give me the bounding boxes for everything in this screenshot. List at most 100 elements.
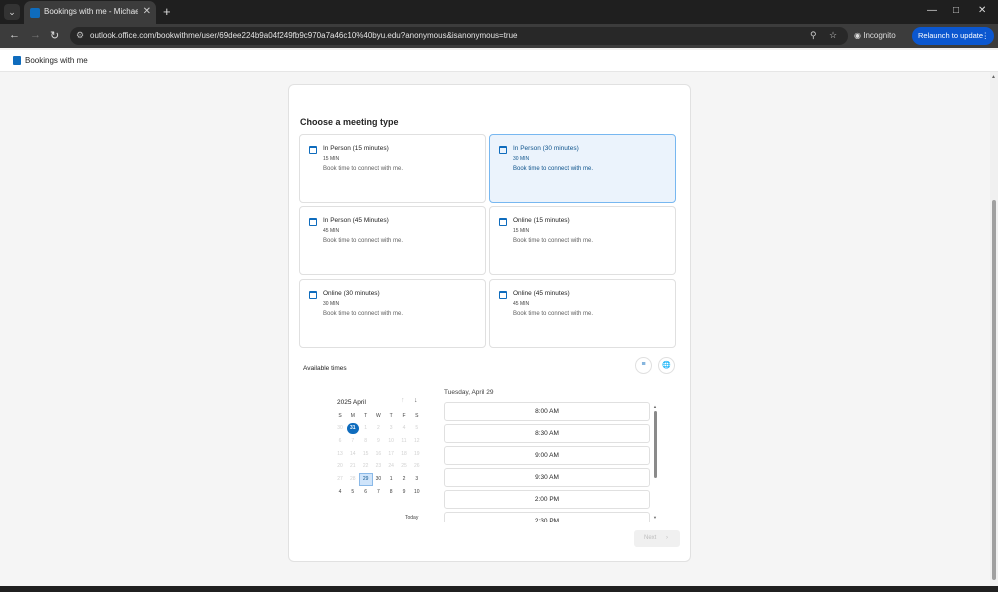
calendar-day[interactable]: 6	[360, 487, 372, 498]
scroll-thumb[interactable]	[992, 200, 996, 580]
calendar-day[interactable]: 3	[411, 474, 423, 485]
calendar-day: 12	[414, 437, 420, 444]
incognito-indicator[interactable]: ◉ Incognito	[854, 31, 896, 40]
times-scroll-thumb[interactable]	[654, 411, 657, 478]
calendar-day: 10	[388, 437, 394, 444]
browser-tab[interactable]: Bookings with me - Michael Re ✕	[24, 1, 156, 24]
calendar-day[interactable]: 4	[334, 487, 346, 498]
times-scroll-up-icon[interactable]: ▲	[653, 404, 657, 409]
calendar-day[interactable]: 2	[398, 474, 410, 485]
meeting-type-description: Book time to connect with me.	[323, 166, 404, 172]
meeting-type-name: Online (45 minutes)	[513, 290, 570, 297]
next-month-icon[interactable]: ↓	[414, 397, 418, 404]
calendar-day[interactable]: 30	[372, 474, 384, 485]
available-times-heading: Available times	[303, 365, 347, 372]
weekday-header: W	[376, 413, 381, 419]
incognito-label: Incognito	[863, 31, 896, 40]
time-slot-button[interactable]: 9:30 AM	[444, 468, 650, 487]
calendar-day: 19	[414, 450, 420, 457]
weekday-header: T	[364, 413, 368, 419]
scroll-up-icon[interactable]: ▲	[991, 74, 996, 80]
reload-icon[interactable]: ↻	[50, 29, 59, 42]
times-scroll-down-icon[interactable]: ▼	[653, 515, 657, 520]
calendar-day: 9	[377, 437, 380, 444]
time-slot-button[interactable]: 2:00 PM	[444, 490, 650, 509]
meeting-type-card[interactable]: In Person (15 minutes) 15 MIN Book time to…	[299, 134, 486, 203]
meeting-type-description: Book time to connect with me.	[513, 238, 594, 244]
calendar-day: 22	[362, 463, 369, 470]
meeting-type-card[interactable]: In Person (30 minutes) 30 MIN Book time to…	[489, 134, 676, 203]
calendar-day: 17	[388, 450, 394, 457]
meeting-type-duration: 15 MIN	[513, 228, 530, 234]
page-scrollbar[interactable]: ▲	[990, 72, 998, 586]
meeting-type-card[interactable]: Online (15 minutes) 15 MIN Book time to co…	[489, 206, 676, 275]
calendar-month-label: 2025 April	[337, 399, 366, 406]
calendar-icon	[309, 291, 317, 299]
meeting-type-description: Book time to connect with me.	[513, 166, 594, 172]
window-close-icon[interactable]: ✕	[978, 5, 986, 16]
calendar-icon	[309, 146, 317, 154]
relaunch-button[interactable]: Relaunch to update ⋮	[912, 27, 994, 45]
prev-month-icon[interactable]: ↑	[401, 397, 405, 404]
meeting-type-card[interactable]: Online (45 minutes) 45 MIN Book time to co…	[489, 279, 676, 348]
page-header: Bookings with me	[0, 50, 998, 72]
time-slot-button[interactable]: 8:30 AM	[444, 424, 650, 443]
calendar-icon	[499, 146, 507, 154]
calendar-day[interactable]: 7	[372, 487, 384, 498]
weekday-header: S	[338, 413, 342, 419]
meeting-type-duration: 45 MIN	[513, 301, 530, 307]
tab-search-icon[interactable]: ⌄	[4, 4, 20, 20]
calendar-day[interactable]: 5	[347, 487, 359, 498]
filter-button[interactable]: ≡	[635, 357, 652, 374]
browser-tab-strip: ⌄ Bookings with me - Michael Re ✕ + — □ …	[0, 0, 998, 24]
address-bar[interactable]: ⚙ outlook.office.com/bookwithme/user/69d…	[70, 27, 848, 45]
meeting-type-name: Online (30 minutes)	[323, 290, 380, 297]
calendar-day[interactable]: 8	[385, 487, 397, 498]
timezone-button[interactable]: 🌐	[658, 357, 675, 374]
forward-icon[interactable]: →	[30, 29, 41, 41]
calendar-day: 25	[401, 463, 407, 470]
calendar-icon	[499, 291, 507, 299]
weekday-header: M	[350, 413, 355, 419]
calendar-day: 3	[389, 425, 393, 431]
today-link[interactable]: Today	[405, 515, 418, 521]
calendar-day: 16	[375, 450, 382, 457]
calendar-day: 21	[350, 463, 356, 470]
time-slot-button[interactable]: 2:30 PM	[444, 512, 650, 522]
tab-title: Bookings with me - Michael Re	[44, 7, 138, 16]
meeting-type-card[interactable]: Online (30 minutes) 30 MIN Book time to co…	[299, 279, 486, 348]
time-slot-button[interactable]: 8:00 AM	[444, 402, 650, 421]
calendar-day[interactable]: 9	[398, 487, 410, 498]
incognito-icon: ◉	[854, 31, 861, 40]
chevron-right-icon: ›	[666, 535, 669, 541]
new-tab-icon[interactable]: +	[163, 4, 171, 19]
url-text[interactable]: outlook.office.com/bookwithme/user/69dee…	[90, 31, 518, 40]
weekday-header: F	[402, 413, 406, 419]
calendar-day[interactable]: 29	[358, 473, 373, 487]
next-label: Next	[644, 535, 657, 541]
next-button[interactable]: Next ›	[634, 530, 680, 547]
calendar-day: 1	[364, 425, 367, 431]
maximize-icon[interactable]: □	[953, 5, 959, 16]
time-slot-button[interactable]: 9:00 AM	[444, 446, 650, 465]
meeting-type-card[interactable]: In Person (45 Minutes) 45 MIN Book time to…	[299, 206, 486, 275]
calendar-day: 14	[350, 450, 356, 457]
meeting-type-name: In Person (30 minutes)	[513, 145, 579, 152]
meeting-type-duration: 15 MIN	[323, 156, 340, 162]
bookmark-star-icon[interactable]: ☆	[829, 30, 837, 41]
meeting-type-description: Book time to connect with me.	[323, 238, 404, 244]
zoom-search-icon[interactable]: ⚲	[810, 30, 817, 41]
calendar-day[interactable]: 10	[411, 487, 423, 498]
site-info-icon[interactable]: ⚙	[76, 30, 84, 41]
calendar-icon	[309, 218, 317, 226]
outlook-favicon-icon	[30, 8, 40, 18]
calendar-day[interactable]: 1	[385, 474, 397, 485]
meeting-type-duration: 30 MIN	[513, 156, 530, 162]
tab-close-icon[interactable]: ✕	[143, 6, 151, 17]
booking-card: Choose a meeting type In Person (15 minu…	[288, 84, 691, 562]
back-icon[interactable]: ←	[9, 29, 20, 41]
meeting-type-name: In Person (15 minutes)	[323, 145, 389, 152]
minimize-icon[interactable]: —	[927, 5, 937, 16]
calendar-day: 27	[337, 476, 343, 483]
filter-icon: ≡	[641, 361, 646, 368]
